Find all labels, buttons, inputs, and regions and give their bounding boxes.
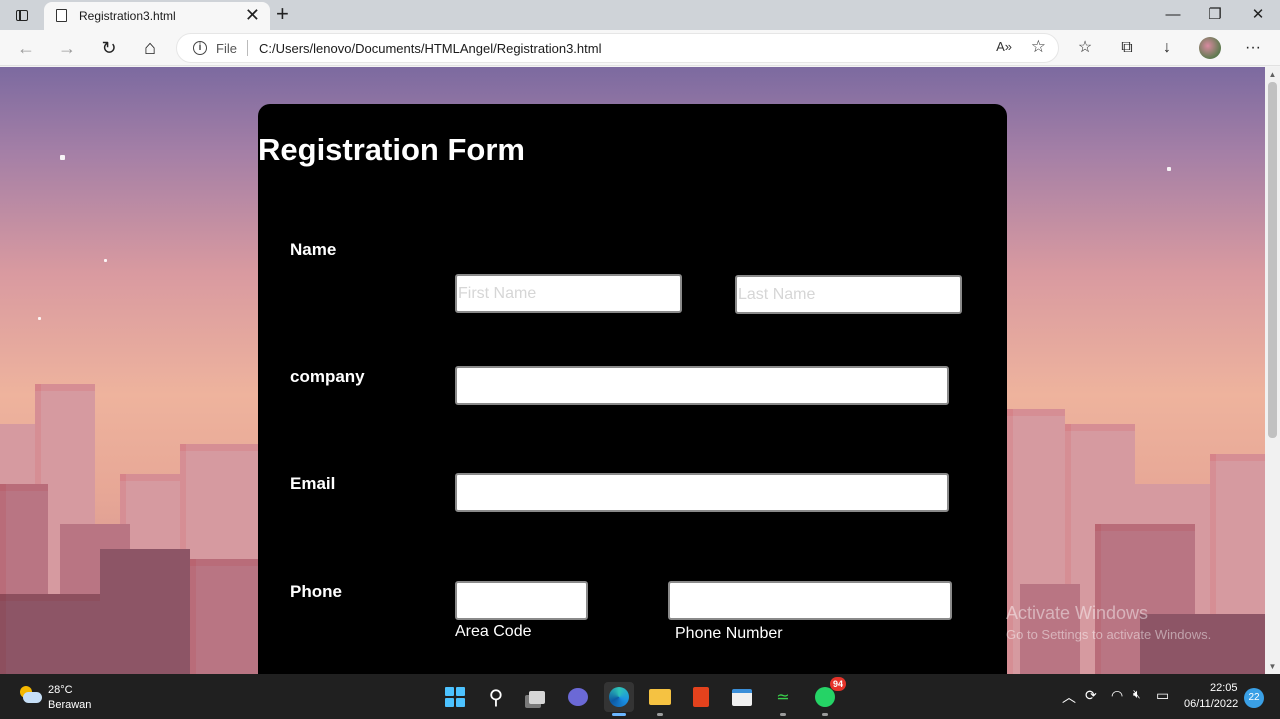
refresh-button[interactable]: ↻ [96,36,122,60]
office-icon[interactable] [686,682,716,712]
email-label: Email [290,474,336,493]
email-input[interactable] [455,473,949,512]
notification-count[interactable]: 22 [1244,688,1264,708]
activation-watermark-subtitle: Go to Settings to activate Windows. [1006,627,1212,642]
wifi-icon[interactable]: ◠ [1111,687,1123,704]
page-scrollbar[interactable]: ▲ ▼ [1265,67,1280,674]
area-code-label: Area Code [455,623,532,640]
company-label: company [290,367,365,386]
close-window-button[interactable]: ✕ [1238,4,1278,26]
scroll-up-icon[interactable]: ▲ [1268,70,1277,79]
activation-watermark-title: Activate Windows [1006,603,1149,623]
new-tab-button[interactable]: + [276,2,289,26]
scrollbar-thumb[interactable] [1268,82,1277,438]
favorites-icon[interactable]: ☆ [1072,36,1098,60]
background-star [60,155,65,160]
edge-icon[interactable] [604,682,634,716]
home-button[interactable]: ⌂ [137,36,163,60]
collections-icon[interactable]: ⧉ [1114,36,1140,60]
back-button[interactable]: ← [13,36,39,60]
background-building [1140,614,1265,674]
start-icon[interactable] [440,682,470,712]
registration-form: Registration Form Name company Email Pho… [258,104,1007,674]
phone-number-input[interactable] [668,581,952,620]
taskbar: 28°C Berawan ⚲ ≃ 94 ︿ ⟳ ◠ 🔇︎ ▭ 22:05 06/… [0,674,1280,719]
whatsapp-icon[interactable]: 94 [810,677,846,716]
forward-button[interactable]: → [54,36,80,60]
last-name-input[interactable] [735,275,962,314]
url-scheme: File [216,41,237,56]
tab-bar: Registration3.html ✕ + — ❐ ✕ [0,0,1280,30]
page-icon [56,9,67,22]
search-icon[interactable]: ⚲ [481,682,511,712]
weather-icon[interactable] [18,686,42,704]
volume-muted-icon[interactable]: 🔇︎ [1133,687,1141,702]
background-building [100,549,190,674]
background-building [0,594,110,674]
background-star [38,317,41,320]
battery-icon[interactable]: ▭ [1156,687,1169,704]
url-divider [247,40,248,56]
terminal-icon[interactable]: ≃ [768,682,798,716]
tab-close-icon[interactable]: ✕ [245,5,260,25]
file-explorer-icon[interactable] [645,682,675,716]
phone-number-label: Phone Number [675,625,783,642]
company-input[interactable] [455,366,949,405]
weather-temperature[interactable]: 28°C [48,684,73,696]
url-text[interactable]: C:/Users/lenovo/Documents/HTMLAngel/Regi… [259,41,601,56]
task-view-icon[interactable] [522,682,552,712]
minimize-button[interactable]: — [1153,4,1193,26]
tab-title: Registration3.html [79,9,176,23]
downloads-icon[interactable]: ↓ [1154,36,1180,60]
browser-tab[interactable]: Registration3.html ✕ [44,2,270,30]
whatsapp-badge: 94 [830,677,846,691]
area-code-input[interactable] [455,581,588,620]
read-aloud-icon[interactable]: A» [996,39,1012,54]
info-icon[interactable]: i [193,41,207,55]
scroll-down-icon[interactable]: ▼ [1268,662,1277,671]
tray-chevron-icon[interactable]: ︿ [1062,687,1076,707]
background-building [190,559,258,674]
weather-condition[interactable]: Berawan [48,699,91,711]
sync-icon[interactable]: ⟳ [1085,687,1097,704]
tab-actions-icon[interactable] [8,5,36,25]
add-favorite-icon[interactable]: ☆ [1031,37,1046,57]
chat-icon[interactable] [563,682,593,712]
background-star [104,259,107,262]
first-name-input[interactable] [455,274,682,313]
address-bar[interactable]: i File C:/Users/lenovo/Documents/HTMLAng… [176,33,1059,63]
clock-time[interactable]: 22:05 [1210,682,1238,694]
form-title: Registration Form [258,132,525,167]
restore-button[interactable]: ❐ [1195,4,1235,26]
browser-toolbar: ← → ↻ ⌂ i File C:/Users/lenovo/Documents… [0,30,1280,66]
phone-label: Phone [290,582,342,601]
profile-avatar[interactable] [1199,37,1221,59]
store-icon[interactable] [727,682,757,712]
more-menu-icon[interactable]: ··· [1240,36,1266,60]
clock-date[interactable]: 06/11/2022 [1184,698,1238,710]
name-label: Name [290,240,337,259]
background-star [1167,167,1171,171]
